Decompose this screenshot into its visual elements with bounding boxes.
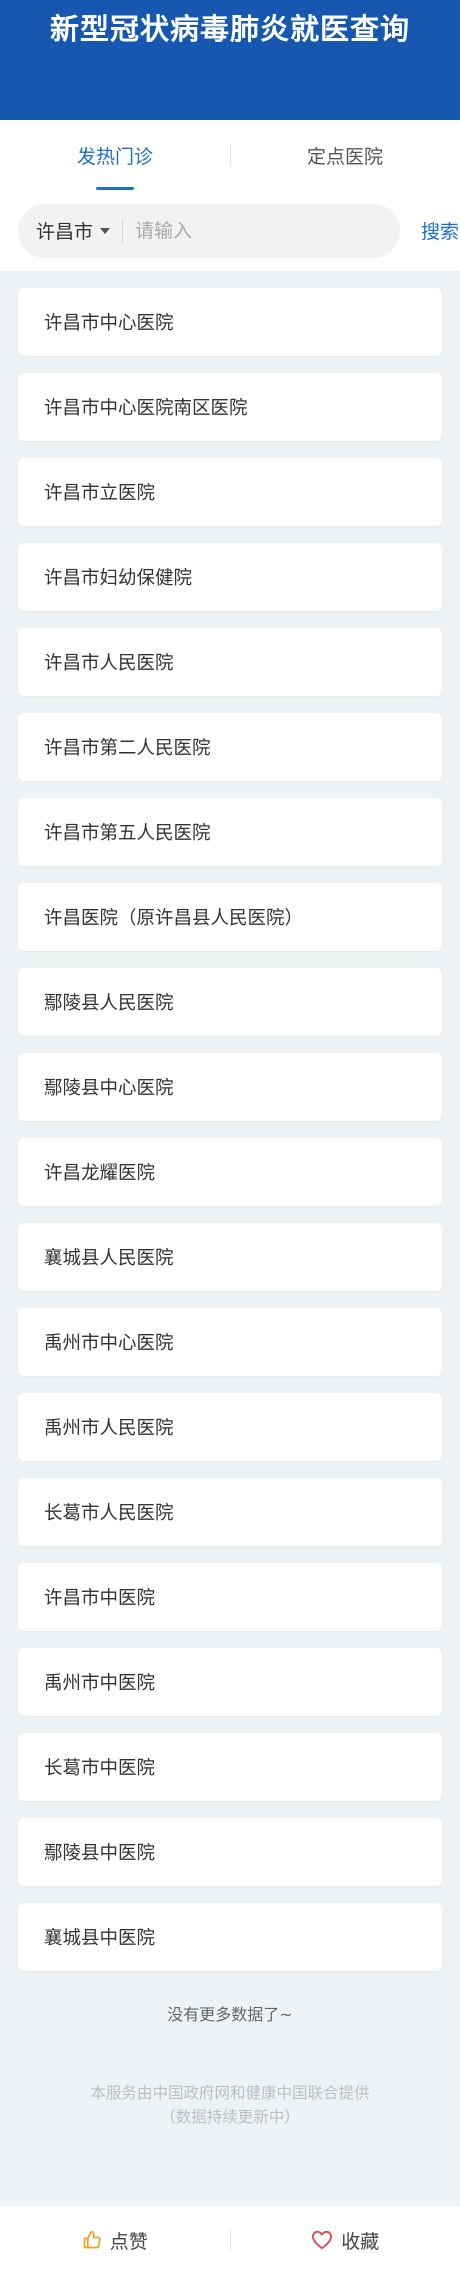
hospital-list-item[interactable]: 禹州市人民医院 <box>18 1393 442 1461</box>
search-divider <box>122 218 124 243</box>
hospital-list-item[interactable]: 许昌市第二人民医院 <box>18 713 442 781</box>
hospital-list-item[interactable]: 禹州市中心医院 <box>18 1308 442 1376</box>
tab-fever-clinic[interactable]: 发热门诊 <box>0 120 230 190</box>
heart-icon <box>312 2230 333 2250</box>
list-end-text: 没有更多数据了~ <box>167 2005 293 2024</box>
hospital-list-item[interactable]: 禹州市中医院 <box>18 1648 442 1716</box>
hospital-list-item[interactable]: 许昌市第五人民医院 <box>18 798 442 866</box>
search-input[interactable] <box>135 219 376 242</box>
hospital-list-item[interactable]: 鄢陵县人民医院 <box>18 968 442 1036</box>
thumbs-up-icon <box>83 2230 101 2249</box>
tab-bar: 发热门诊 定点医院 <box>0 120 460 190</box>
footer-line-1: 本服务由中国政府网和健康中国联合提供 <box>90 2084 370 2102</box>
hospital-list-item[interactable]: 许昌龙耀医院 <box>18 1138 442 1206</box>
like-button[interactable]: 点赞 <box>0 2227 230 2254</box>
hospital-list-item[interactable]: 许昌市中心医院 <box>18 288 442 356</box>
footer-line-2: （数据持续更新中） <box>160 2108 300 2126</box>
tab-designated-hospital[interactable]: 定点医院 <box>230 120 460 190</box>
footer-note: 本服务由中国政府网和健康中国联合提供 （数据持续更新中） <box>0 2081 460 2129</box>
search-bar: 许昌市 搜索 <box>0 190 460 272</box>
bottom-action-bar: 点赞 收藏 <box>0 2206 460 2274</box>
hospital-list: 许昌市中心医院 许昌市中心医院南区医院 许昌市立医院 许昌市妇幼保健院 许昌市人民医院许… <box>0 272 460 1971</box>
hospital-list-item[interactable]: 许昌市立医院 <box>18 458 442 526</box>
favorite-button[interactable]: 收藏 <box>231 2227 460 2254</box>
page-title: 新型冠状病毒肺炎就医查询 <box>49 12 410 46</box>
city-select-label: 许昌市 <box>36 221 94 243</box>
hospital-list-item[interactable]: 许昌市人民医院 <box>18 628 442 696</box>
hospital-list-item[interactable]: 鄢陵县中医院 <box>18 1818 442 1886</box>
page-header: 新型冠状病毒肺炎就医查询 <box>0 0 460 120</box>
hospital-list-item[interactable]: 襄城县人民医院 <box>18 1223 442 1291</box>
hospital-list-item[interactable]: 襄城县中医院 <box>18 1903 442 1971</box>
caret-down-icon <box>100 227 111 234</box>
like-label: 点赞 <box>109 2230 148 2253</box>
hospital-list-item[interactable]: 长葛市人民医院 <box>18 1478 442 1546</box>
hospital-list-item[interactable]: 长葛市中医院 <box>18 1733 442 1801</box>
search-box: 许昌市 <box>18 203 400 258</box>
hospital-list-item[interactable]: 许昌市中医院 <box>18 1563 442 1631</box>
hospital-list-item[interactable]: 许昌医院（原许昌县人民医院） <box>18 883 442 951</box>
favorite-label: 收藏 <box>341 2230 380 2253</box>
city-select[interactable]: 许昌市 <box>36 217 111 244</box>
hospital-list-item[interactable]: 许昌市妇幼保健院 <box>18 543 442 611</box>
hospital-list-item[interactable]: 鄢陵县中心医院 <box>18 1053 442 1121</box>
search-button[interactable]: 搜索 <box>421 217 459 244</box>
hospital-list-item[interactable]: 许昌市中心医院南区医院 <box>18 373 442 441</box>
